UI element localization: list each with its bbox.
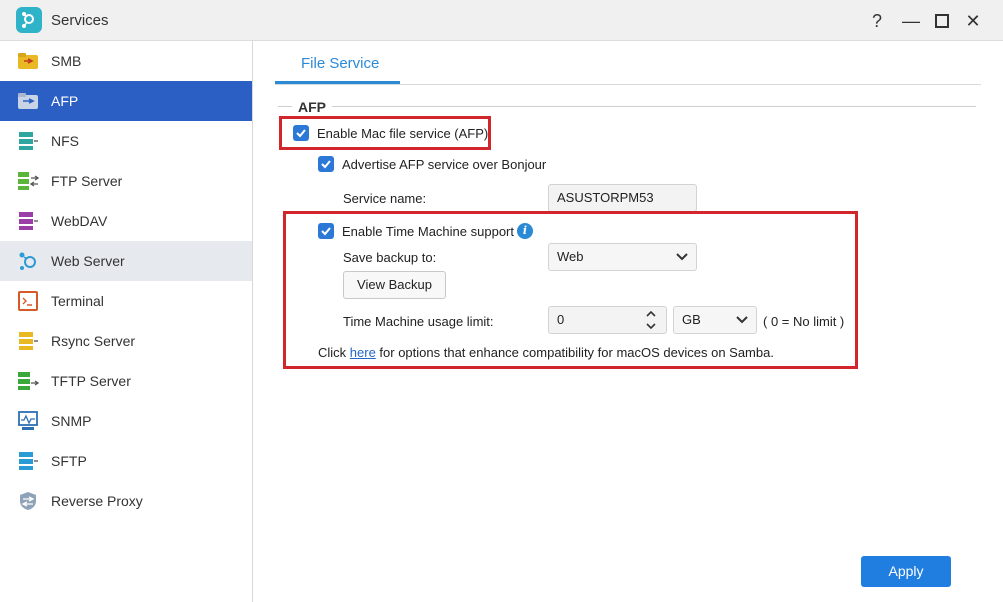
usage-limit-stepper[interactable]: 0 xyxy=(548,306,667,334)
maximize-icon xyxy=(935,14,949,28)
check-icon xyxy=(321,227,331,236)
check-icon xyxy=(321,160,331,169)
sidebar-item-rsync-server[interactable]: Rsync Server xyxy=(0,321,252,361)
tab-file-service[interactable]: File Service xyxy=(275,45,400,85)
sidebar-item-afp[interactable]: AFP xyxy=(0,81,252,121)
usage-limit-hint: ( 0 = No limit ) xyxy=(763,314,845,329)
sidebar-item-smb[interactable]: SMB xyxy=(0,41,252,81)
sidebar-item-nfs[interactable]: NFS xyxy=(0,121,252,161)
sidebar-item-label: AFP xyxy=(51,93,79,109)
rsync-icon xyxy=(19,332,38,350)
sidebar-item-label: Terminal xyxy=(51,293,104,309)
title-bar: Services ? — ✕ xyxy=(0,0,1003,41)
apply-button[interactable]: Apply xyxy=(861,556,951,587)
sidebar-item-label: SMB xyxy=(51,53,82,69)
sidebar-item-webdav[interactable]: WebDAV xyxy=(0,201,252,241)
check-icon xyxy=(296,129,306,138)
tab-label: File Service xyxy=(301,55,380,72)
samba-note-suffix: for options that enhance compatibility f… xyxy=(375,345,774,360)
sidebar-item-label: SNMP xyxy=(51,413,92,429)
sidebar-item-tftp-server[interactable]: TFTP Server xyxy=(0,361,252,401)
samba-options-link[interactable]: here xyxy=(350,345,376,360)
time-machine-label: Enable Time Machine support xyxy=(342,224,514,239)
service-name-label: Service name: xyxy=(343,191,427,206)
web-server-icon xyxy=(19,252,36,270)
time-machine-checkbox[interactable] xyxy=(318,223,334,239)
nfs-icon xyxy=(19,132,38,150)
sidebar-item-reverse-proxy[interactable]: Reverse Proxy xyxy=(0,481,252,521)
terminal-icon xyxy=(18,291,38,311)
sidebar-item-ftp-server[interactable]: FTP Server xyxy=(0,161,252,201)
window-title: Services xyxy=(51,12,109,29)
view-backup-button[interactable]: View Backup xyxy=(343,271,446,299)
samba-note-prefix: Click xyxy=(318,345,350,360)
usage-unit-select[interactable]: GB xyxy=(673,306,757,334)
save-backup-label: Save backup to: xyxy=(343,250,437,265)
sidebar-item-snmp[interactable]: SNMP xyxy=(0,401,252,441)
usage-limit-label: Time Machine usage limit: xyxy=(343,314,494,329)
ftp-server-icon xyxy=(18,172,39,190)
save-backup-value: Web xyxy=(557,249,584,264)
reverse-proxy-shield-icon xyxy=(20,492,36,510)
sidebar-item-sftp[interactable]: SFTP xyxy=(0,441,252,481)
service-name-field[interactable]: ASUSTORPM53 xyxy=(548,184,697,212)
sidebar: SMB AFP NFS FTP Server WebDAV Web Server… xyxy=(0,41,253,602)
close-button[interactable]: ✕ xyxy=(960,8,986,34)
maximize-button[interactable] xyxy=(929,8,955,34)
section-divider xyxy=(332,106,976,107)
webdav-icon xyxy=(19,212,38,230)
sidebar-item-label: FTP Server xyxy=(51,173,123,189)
afp-folder-icon xyxy=(18,93,38,109)
info-icon[interactable]: i xyxy=(517,223,533,239)
sidebar-item-label: NFS xyxy=(51,133,79,149)
smb-folder-icon xyxy=(18,53,38,69)
bonjour-checkbox[interactable] xyxy=(318,156,334,172)
help-button[interactable]: ? xyxy=(864,8,890,34)
samba-note: Click here for options that enhance comp… xyxy=(318,345,774,360)
save-backup-select[interactable]: Web xyxy=(548,243,697,271)
sidebar-item-web-server[interactable]: Web Server xyxy=(0,241,252,281)
services-app-icon xyxy=(16,7,42,33)
tftp-icon xyxy=(18,372,39,390)
tab-divider xyxy=(275,84,981,85)
section-title-afp: AFP xyxy=(298,99,326,115)
stepper-arrows-icon[interactable] xyxy=(646,309,656,331)
chevron-down-icon xyxy=(736,316,748,324)
sidebar-item-label: SFTP xyxy=(51,453,87,469)
chevron-down-icon xyxy=(676,253,688,261)
sidebar-item-label: Rsync Server xyxy=(51,333,136,349)
sidebar-item-label: WebDAV xyxy=(51,213,108,229)
enable-afp-label: Enable Mac file service (AFP) xyxy=(317,126,489,141)
sidebar-item-label: TFTP Server xyxy=(51,373,131,389)
snmp-icon xyxy=(18,411,38,430)
sidebar-item-label: Web Server xyxy=(51,253,125,269)
enable-afp-checkbox[interactable] xyxy=(293,125,309,141)
usage-limit-value: 0 xyxy=(557,312,565,327)
minimize-button[interactable]: — xyxy=(898,8,924,34)
section-divider xyxy=(278,106,292,107)
sidebar-item-label: Reverse Proxy xyxy=(51,493,143,509)
sidebar-item-terminal[interactable]: Terminal xyxy=(0,281,252,321)
bonjour-label: Advertise AFP service over Bonjour xyxy=(342,157,547,172)
sftp-icon xyxy=(19,452,38,470)
usage-unit-value: GB xyxy=(682,312,701,327)
